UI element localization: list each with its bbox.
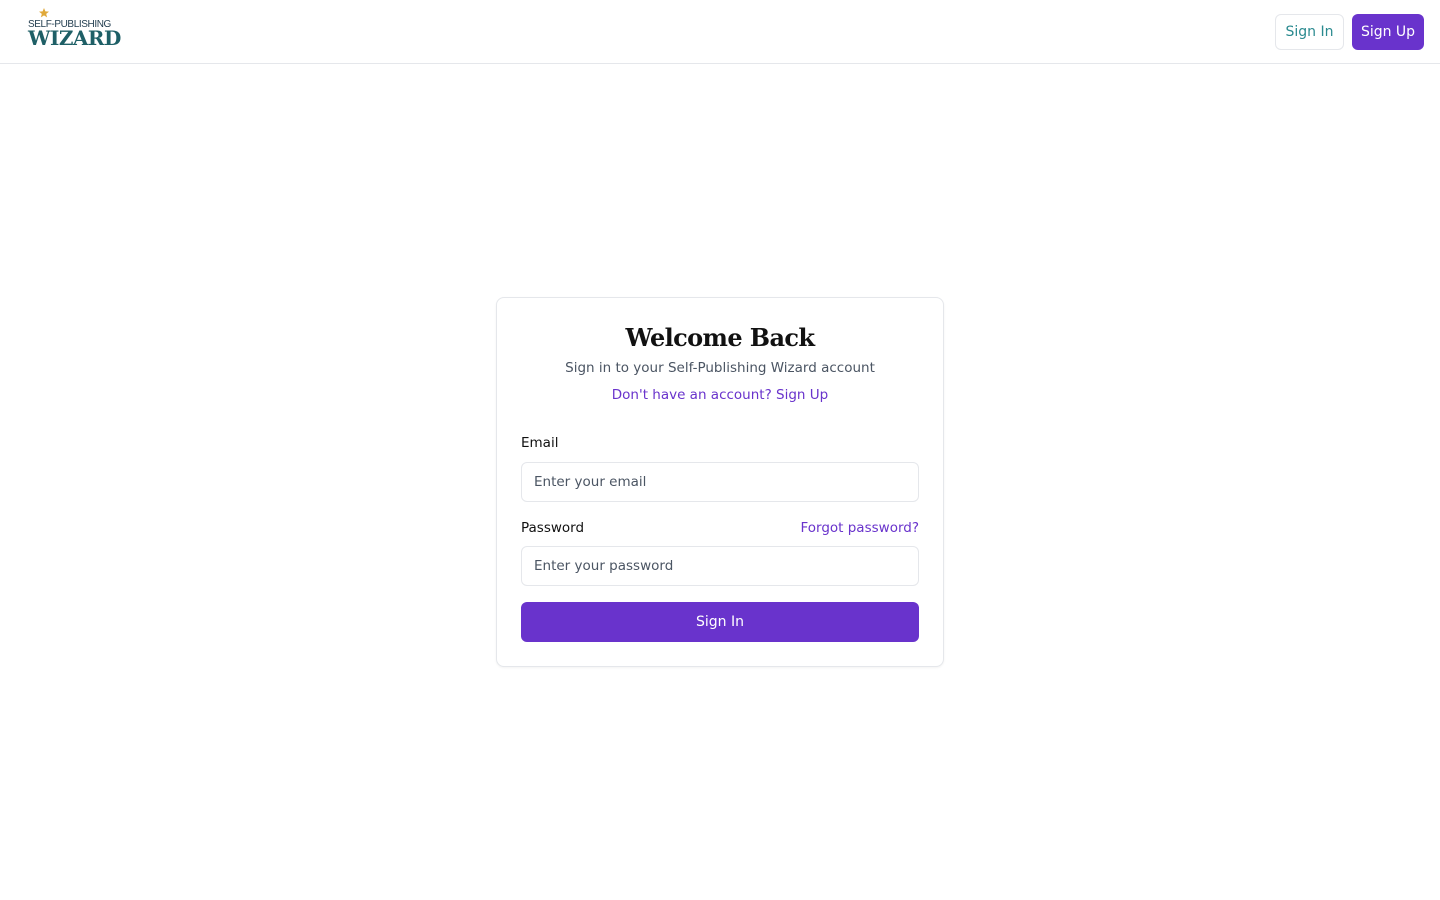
star-icon <box>39 8 49 18</box>
header-sign-up-button[interactable]: Sign Up <box>1352 14 1424 50</box>
self-publishing-wizard-logo[interactable]: SELF-PUBLISHING WIZARD <box>16 6 121 56</box>
logo-main-text: WIZARD <box>28 26 121 50</box>
email-label: Email <box>521 435 559 451</box>
login-subtitle: Sign in to your Self-Publishing Wizard a… <box>565 360 875 376</box>
password-input[interactable] <box>521 546 919 586</box>
sign-up-link[interactable]: Don't have an account? Sign Up <box>497 387 943 403</box>
page-title: Welcome Back <box>625 323 816 352</box>
header-sign-in-button[interactable]: Sign In <box>1275 14 1344 50</box>
top-navigation-bar: SELF-PUBLISHING WIZARD Sign In Sign Up <box>0 0 1440 64</box>
login-card: Welcome Back Sign in to your Self-Publis… <box>496 297 944 667</box>
email-input[interactable] <box>521 462 919 502</box>
forgot-password-link[interactable]: Forgot password? <box>800 520 919 536</box>
sign-in-submit-button[interactable]: Sign In <box>521 602 919 642</box>
password-label: Password <box>521 520 585 536</box>
